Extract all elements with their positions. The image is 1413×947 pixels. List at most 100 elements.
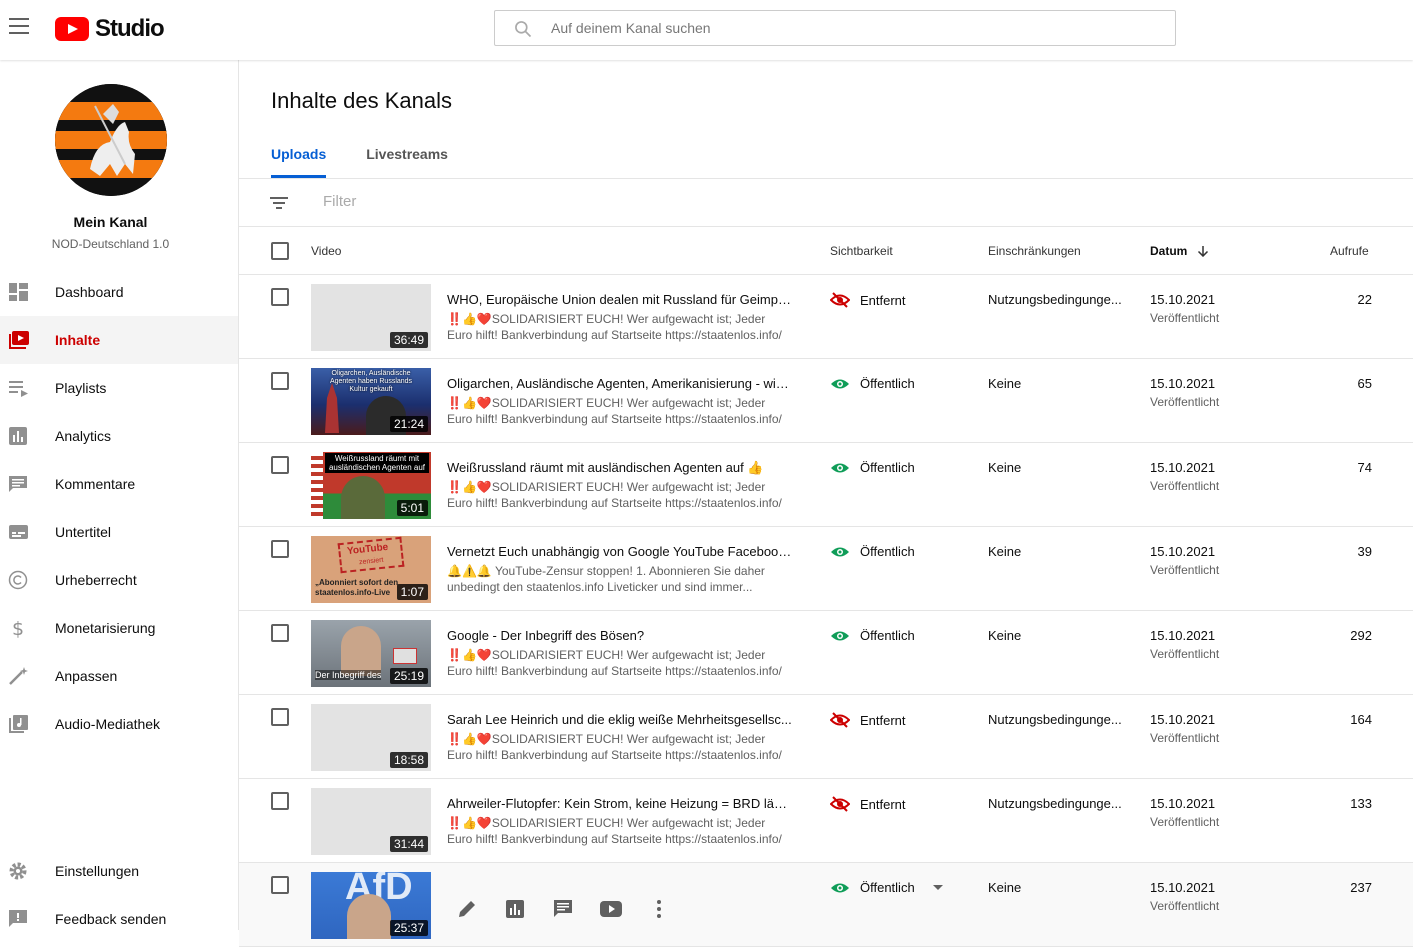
person-image [341,626,381,676]
analytics-icon[interactable] [503,897,527,921]
video-description: ‼️👍❤️SOLIDARISIERT EUCH! Wer aufgewacht … [447,816,782,846]
column-visibility[interactable]: Sichtbarkeit [830,244,893,258]
sidebar-item-playlists[interactable]: Playlists [0,364,238,412]
table-row[interactable]: 36:49 WHO, Europäische Union dealen mit … [239,275,1413,359]
copyright-icon [8,570,28,590]
sidebar-item-label: Dashboard [55,284,124,300]
sidebar-item-label: Urheberrecht [55,572,137,588]
video-thumbnail[interactable]: Weißrussland räumt mit ausländischen Age… [311,452,431,519]
sidebar-item-einstellungen[interactable]: Einstellungen [0,847,238,895]
column-restrictions[interactable]: Einschränkungen [988,244,1081,258]
sidebar-item-anpassen[interactable]: Anpassen [0,652,238,700]
restrictions-cell: Keine [988,628,1022,643]
sidebar-item-dashboard[interactable]: Dashboard [0,268,238,316]
top-bar: Studio [0,0,1413,60]
sidebar-item-label: Audio-Mediathek [55,716,161,732]
comments-icon[interactable] [551,897,575,921]
row-checkbox[interactable] [271,540,289,558]
row-checkbox[interactable] [271,708,289,726]
table-row[interactable]: 18:58 Sarah Lee Heinrich und die eklig w… [239,695,1413,779]
audio-library-icon [9,715,28,733]
sidebar-item-monetarisierung[interactable]: $ Monetarisierung [0,604,238,652]
row-checkbox[interactable] [271,624,289,642]
video-thumbnail[interactable]: Oligarchen, Ausländische Agenten haben R… [311,368,431,435]
search-icon[interactable] [513,19,533,39]
select-all-checkbox[interactable] [271,242,289,260]
video-title[interactable]: Weißrussland räumt mit ausländischen Age… [447,460,792,476]
channel-avatar[interactable] [55,84,167,196]
sidebar-item-urheberrecht[interactable]: Urheberrecht [0,556,238,604]
visibility-cell[interactable]: Öffentlich [830,880,943,895]
table-row[interactable]: YouTube zensiert „Abonniert sofort den s… [239,527,1413,611]
table-row[interactable]: Oligarchen, Ausländische Agenten haben R… [239,359,1413,443]
sidebar-item-untertitel[interactable]: Untertitel [0,508,238,556]
sidebar-item-label: Monetarisierung [55,620,156,636]
visibility-label: Öffentlich [860,880,915,895]
column-video: Video [311,244,342,258]
studio-logo[interactable]: Studio [55,15,165,43]
visibility-cell: Öffentlich [830,628,915,643]
date-status: Veröffentlicht [1150,731,1220,745]
avatar-image [55,84,167,196]
filter-input[interactable] [323,193,623,210]
sidebar-item-label: Untertitel [55,524,112,540]
logo-text: Studio [95,15,165,42]
table-row[interactable]: Der Inbegriff des 25:19 Google - Der Inb… [239,611,1413,695]
eye-icon [831,379,849,388]
dollar-icon: $ [12,618,24,638]
video-thumbnail[interactable]: 18:58 [311,704,431,771]
restrictions-cell[interactable]: Nutzungsbedingunge... [988,796,1123,811]
table-row[interactable]: AfD 25:37 Öffentlich Keine 15.10.2021 Ve… [239,863,1413,947]
subtitles-icon [9,525,28,539]
row-checkbox[interactable] [271,372,289,390]
video-title[interactable]: Oligarchen, Ausländische Agenten, Amerik… [447,376,792,391]
video-title[interactable]: Ahrweiler-Flutopfer: Kein Strom, keine H… [447,796,792,811]
table-row[interactable]: Weißrussland räumt mit ausländischen Age… [239,443,1413,527]
more-options-icon[interactable] [647,897,671,921]
sidebar-item-feedback[interactable]: Feedback senden [0,895,238,943]
row-checkbox[interactable] [271,876,289,894]
youtube-icon[interactable] [599,897,623,921]
video-thumbnail[interactable]: 31:44 [311,788,431,855]
tab-bar: Uploads Livestreams [271,146,488,178]
video-title[interactable]: Vernetzt Euch unabhängig von Google YouT… [447,544,792,559]
edit-pencil-icon[interactable] [455,897,479,921]
restrictions-cell[interactable]: Nutzungsbedingunge... [988,292,1123,307]
date-cell: 15.10.2021 [1150,292,1216,307]
sidebar-item-analytics[interactable]: Analytics [0,412,238,460]
belarus-ornament [311,452,323,519]
search-box[interactable] [494,10,1176,46]
video-thumbnail[interactable]: 36:49 [311,284,431,351]
chevron-down-icon[interactable] [932,885,943,890]
search-input[interactable] [551,20,1131,36]
sort-arrow-down-icon[interactable] [1197,245,1209,258]
date-status: Veröffentlicht [1150,647,1220,661]
tab-livestreams[interactable]: Livestreams [366,146,448,178]
row-checkbox[interactable] [271,456,289,474]
video-title[interactable]: WHO, Europäische Union dealen mit Russla… [447,292,792,307]
sidebar: Mein Kanal NOD-Deutschland 1.0 Dashboard… [0,60,239,930]
video-title[interactable]: Google - Der Inbegriff des Bösen? [447,628,792,643]
tab-uploads[interactable]: Uploads [271,146,327,178]
video-thumbnail[interactable]: AfD 25:37 [311,872,431,939]
video-thumbnail[interactable]: Der Inbegriff des 25:19 [311,620,431,687]
visibility-label: Öffentlich [860,628,915,643]
row-checkbox[interactable] [271,288,289,306]
table-row[interactable]: 31:44 Ahrweiler-Flutopfer: Kein Strom, k… [239,779,1413,863]
views-cell: 164 [1350,712,1372,727]
restrictions-cell: Keine [988,544,1022,559]
column-views[interactable]: Aufrufe [1330,244,1369,258]
restrictions-cell[interactable]: Nutzungsbedingunge... [988,712,1123,727]
sidebar-item-inhalte[interactable]: Inhalte [0,316,238,364]
video-title[interactable]: Sarah Lee Heinrich und die eklig weiße M… [447,712,792,727]
row-checkbox[interactable] [271,792,289,810]
column-date[interactable]: Datum [1150,244,1209,258]
filter-icon[interactable] [269,196,289,210]
eye-off-icon [830,796,850,812]
google-sign [393,648,417,664]
eye-icon [831,547,849,556]
sidebar-item-kommentare[interactable]: Kommentare [0,460,238,508]
sidebar-item-audio-mediathek[interactable]: Audio-Mediathek [0,700,238,748]
video-thumbnail[interactable]: YouTube zensiert „Abonniert sofort den s… [311,536,431,603]
menu-icon[interactable] [9,18,29,34]
